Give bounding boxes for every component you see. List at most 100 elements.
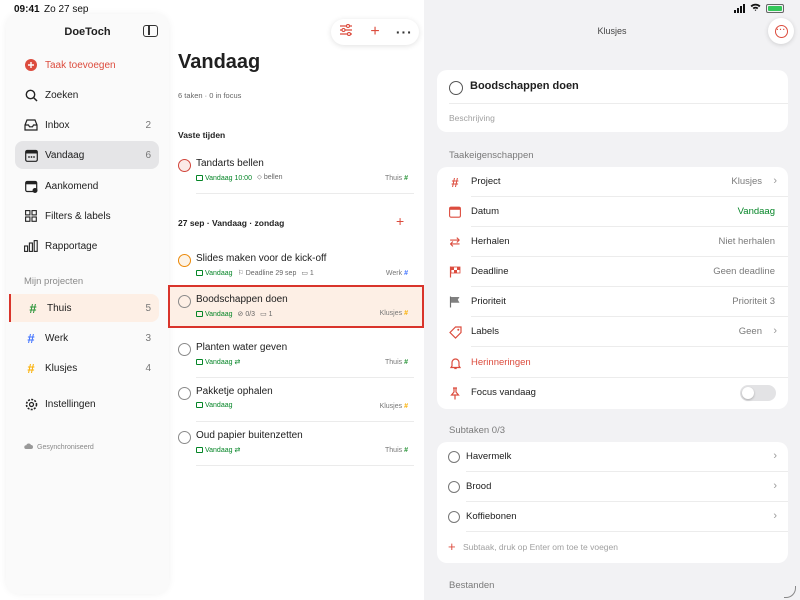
sidebar-item-count: 5: [145, 302, 151, 314]
subtask-checkbox[interactable]: [448, 451, 460, 463]
prop-label: Focus vandaag: [471, 387, 536, 398]
task-label: bellen: [263, 174, 283, 181]
calendar-icon: [196, 269, 203, 276]
sidebar-item-filters[interactable]: Filters & labels: [15, 202, 159, 230]
battery-icon: [766, 4, 784, 13]
description-input[interactable]: Beschrijving: [449, 113, 495, 123]
task-checkbox[interactable]: [178, 343, 191, 356]
chevron-right-icon: ›: [773, 175, 777, 187]
comment-icon: ▭: [260, 311, 267, 318]
section-add-plus-icon[interactable]: +: [396, 213, 404, 229]
subtask-row[interactable]: Koffiebonen ›: [437, 502, 788, 532]
list-toolbar: + ···: [331, 19, 419, 45]
add-task-plus-icon[interactable]: +: [364, 24, 386, 40]
sidebar-project-werk[interactable]: # Werk 3: [15, 324, 159, 352]
task-row-selected[interactable]: Boodschappen doen Vandaag ⊘ 0/3 ▭ 1 Klus…: [168, 285, 424, 328]
task-project: Klusjes #: [379, 310, 408, 317]
add-subtask-input[interactable]: + Subtaak, druk op Enter om toe te voege…: [437, 533, 788, 563]
task-row[interactable]: Tandarts bellen Vandaag 10:00 ⬦ bellen T…: [168, 150, 424, 194]
prop-label: Project: [471, 176, 501, 187]
prop-priority[interactable]: Prioriteit Prioriteit 3: [437, 287, 788, 317]
subtask-label: Havermelk: [466, 451, 512, 462]
subtask-checkbox[interactable]: [448, 481, 460, 493]
task-project: Thuis #: [385, 359, 408, 366]
sidebar-item-inbox[interactable]: Inbox 2: [15, 111, 159, 139]
task-row[interactable]: Pakketje ophalen Vandaag Klusjes #: [168, 378, 424, 422]
sidebar-item-today[interactable]: Vandaag 6: [15, 141, 159, 169]
prop-value: Geen: [738, 326, 762, 337]
subtask-checkbox[interactable]: [448, 511, 460, 523]
task-complete-checkbox[interactable]: [449, 81, 463, 95]
sidebar-item-add-task[interactable]: Taak toevoegen: [15, 51, 159, 79]
focus-today-toggle[interactable]: [740, 385, 776, 401]
task-checkbox[interactable]: [178, 159, 191, 172]
task-checkbox[interactable]: [178, 295, 191, 308]
page-subtitle: 6 taken · 0 in focus: [178, 91, 242, 100]
prop-project[interactable]: # Project Klusjes ›: [437, 167, 788, 197]
calendar-upcoming-icon: [24, 179, 38, 193]
task-name: Tandarts bellen: [196, 158, 264, 169]
hashtag-icon: #: [404, 175, 408, 182]
projects-heading: Mijn projecten: [24, 276, 84, 287]
sidebar: DoeToch Taak toevoegen Zoeken Inbox 2 Va…: [6, 14, 169, 594]
sidebar-project-klusjes[interactable]: # Klusjes 4: [15, 354, 159, 382]
task-name: Boodschappen doen: [196, 294, 288, 305]
sidebar-item-upcoming[interactable]: Aankomend: [15, 172, 159, 200]
section-fixed-times: Vaste tijden: [178, 130, 226, 140]
status-date: Zo 27 sep: [44, 4, 89, 15]
hashtag-icon: #: [27, 330, 35, 346]
sidebar-item-count: 2: [145, 119, 151, 131]
calendar-icon: [196, 447, 203, 453]
task-meta: Vandaag ⇄: [196, 446, 240, 454]
prop-value: Vandaag: [737, 206, 775, 217]
subtask-row[interactable]: Brood ›: [437, 472, 788, 502]
chevron-right-icon: ›: [773, 325, 777, 337]
prop-label: Datum: [471, 206, 499, 217]
comment-icon: ▭: [301, 270, 308, 277]
sidebar-item-label: Filters & labels: [45, 210, 111, 222]
task-date: Vandaag: [205, 310, 233, 318]
prop-reminders[interactable]: Herinneringen: [437, 348, 788, 378]
sidebar-item-label: Rapportage: [45, 240, 98, 252]
pin-icon: [448, 386, 462, 400]
status-time: 09:41: [14, 4, 40, 15]
sidebar-item-label: Klusjes: [45, 362, 78, 374]
prop-date[interactable]: Datum Vandaag: [437, 197, 788, 227]
hashtag-icon: #: [451, 174, 459, 190]
sidebar-item-search[interactable]: Zoeken: [15, 81, 159, 109]
task-name: Oud papier buitenzetten: [196, 430, 303, 441]
sidebar-item-label: Inbox: [45, 119, 70, 131]
task-row[interactable]: Oud papier buitenzetten Vandaag ⇄ Thuis …: [168, 422, 424, 466]
sidebar-item-reports[interactable]: Rapportage: [15, 232, 159, 260]
task-checkbox[interactable]: [178, 387, 191, 400]
prop-label: Deadline: [471, 266, 509, 277]
prop-repeat[interactable]: ⇄ Herhalen Niet herhalen: [437, 227, 788, 257]
task-row[interactable]: Planten water geven Vandaag ⇄ Thuis #: [168, 334, 424, 378]
checkered-flag-icon: [448, 265, 462, 279]
task-row[interactable]: Slides maken voor de kick-off Vandaag ⚐ …: [168, 245, 424, 289]
task-date: Vandaag 10:00: [205, 174, 252, 182]
detail-more-button[interactable]: ···: [768, 18, 794, 44]
subtask-label: Koffiebonen: [466, 511, 517, 522]
view-options-icon[interactable]: [335, 23, 357, 40]
flag-icon: ⚐: [237, 270, 244, 277]
sidebar-toggle-icon[interactable]: [143, 25, 158, 37]
flag-icon: [448, 295, 462, 309]
task-checkbox[interactable]: [178, 254, 191, 267]
task-list-pane: DoeToch Taak toevoegen Zoeken Inbox 2 Va…: [0, 0, 424, 600]
task-date: Vandaag: [205, 402, 233, 409]
subtask-row[interactable]: Havermelk ›: [437, 442, 788, 472]
sidebar-item-label: Werk: [45, 332, 69, 344]
prop-labels[interactable]: Labels Geen ›: [437, 317, 788, 347]
section-date: 27 sep · Vandaag · zondag: [178, 218, 285, 228]
task-title[interactable]: Boodschappen doen: [470, 80, 579, 92]
hashtag-icon: #: [404, 447, 408, 454]
hashtag-icon: #: [404, 403, 408, 410]
more-dots-icon[interactable]: ···: [393, 25, 415, 39]
sidebar-project-thuis[interactable]: # Thuis 5: [9, 294, 159, 322]
cloud-icon: [24, 443, 33, 451]
sidebar-item-settings[interactable]: Instellingen: [15, 390, 159, 418]
task-checkbox[interactable]: [178, 431, 191, 444]
prop-deadline[interactable]: Deadline Geen deadline: [437, 257, 788, 287]
tag-icon: [448, 325, 462, 339]
